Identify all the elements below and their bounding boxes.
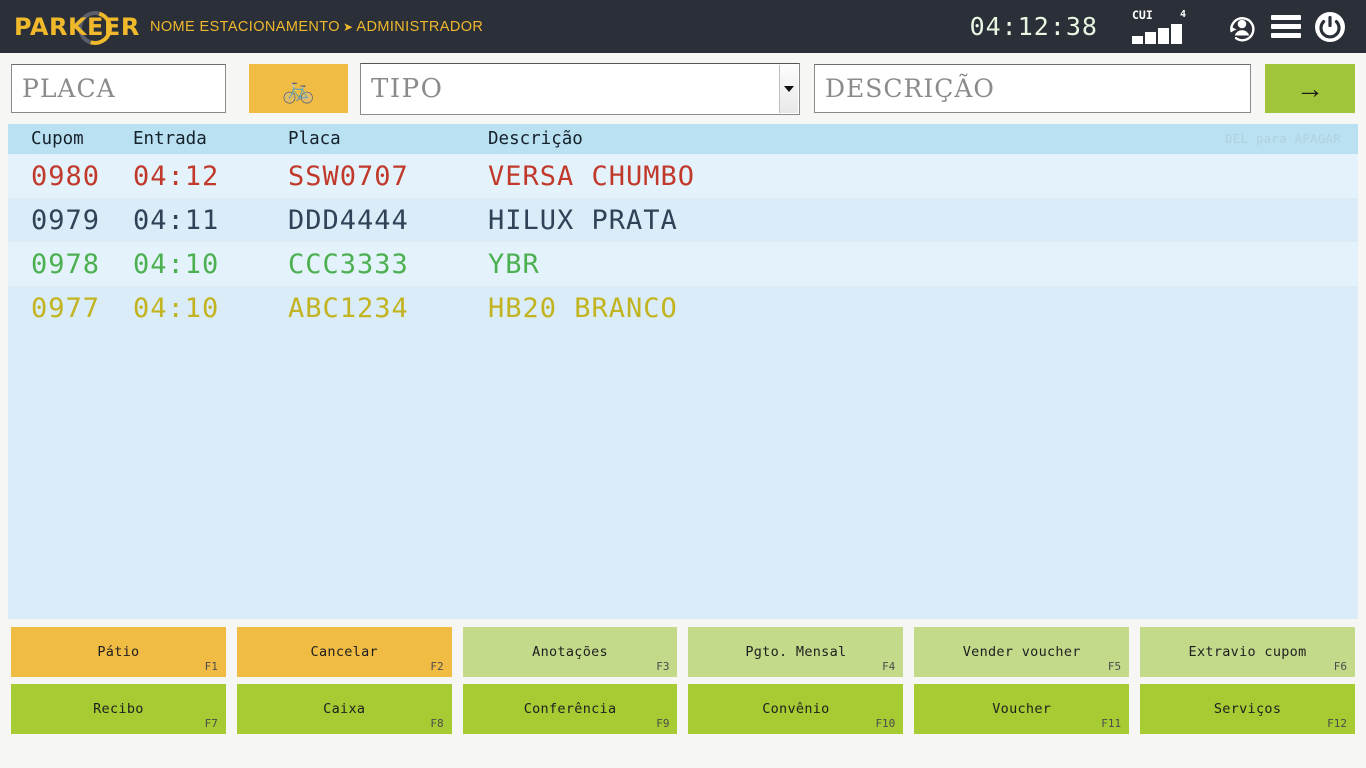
breadcrumb-establishment: NOME ESTACIONAMENTO [150, 19, 340, 35]
function-button-f4[interactable]: Pgto. Mensal F4 [688, 627, 903, 677]
cui-signal-bars-icon [1132, 24, 1192, 44]
column-header-entrada: Entrada [133, 129, 288, 149]
chevron-down-icon [779, 65, 798, 113]
filter-toolbar: PLACA 🚲 TIPO DESCRIÇÃO → [0, 53, 1366, 124]
function-key-label: F9 [656, 717, 669, 730]
function-key-label: F6 [1334, 660, 1347, 673]
function-key-label: F12 [1327, 717, 1347, 730]
function-button-label: Pgto. Mensal [745, 644, 846, 660]
function-button-label: Cancelar [311, 644, 378, 660]
function-key-label: F3 [656, 660, 669, 673]
function-button-label: Vender voucher [963, 644, 1081, 660]
function-button-f2[interactable]: Cancelar F2 [237, 627, 452, 677]
cell-cupom: 0979 [8, 205, 133, 236]
function-key-label: F10 [875, 717, 895, 730]
cell-entrada: 04:10 [133, 293, 288, 324]
function-button-f12[interactable]: Serviços F12 [1140, 684, 1355, 734]
header-actions: 04:12:38 CUI 4 [970, 5, 1352, 49]
arrow-right-icon: → [1296, 75, 1324, 103]
cell-placa: CCC3333 [288, 249, 488, 280]
table-row[interactable]: 097804:10CCC3333YBR [8, 242, 1358, 286]
delete-hint-label: DEL para APAGAR [1225, 132, 1341, 146]
vehicle-list-panel: Cupom Entrada Placa Descrição DEL para A… [8, 124, 1358, 619]
cell-descricao: HB20 BRANCO [488, 293, 1358, 324]
placa-input[interactable]: PLACA [11, 64, 226, 113]
top-header-bar: PARKEER NOME ESTACIONAMENTO➤ADMINISTRADO… [0, 0, 1366, 53]
cui-indicator[interactable]: CUI 4 [1132, 10, 1192, 44]
function-button-f3[interactable]: Anotações F3 [463, 627, 678, 677]
cell-cupom: 0978 [8, 249, 133, 280]
cell-cupom: 0977 [8, 293, 133, 324]
tipo-select-value: TIPO [361, 74, 443, 104]
cui-top-row: CUI 4 [1132, 10, 1192, 22]
cell-descricao: YBR [488, 249, 1358, 280]
app-logo: PARKEER [12, 7, 134, 47]
function-key-toolbar: Pátio F1 Cancelar F2 Anotações F3 Pgto. Mensal… [0, 619, 1366, 768]
function-key-row-2: Recibo F7 Caixa F8 Conferência F9 Convênio F10 V… [11, 684, 1355, 734]
cell-placa: ABC1234 [288, 293, 488, 324]
cell-cupom: 0980 [8, 161, 133, 192]
cell-descricao: VERSA CHUMBO [488, 161, 1358, 192]
function-button-f1[interactable]: Pátio F1 [11, 627, 226, 677]
submit-search-button[interactable]: → [1265, 64, 1355, 113]
table-body: 098004:12SSW0707VERSA CHUMBO097904:11DDD… [8, 154, 1358, 330]
breadcrumb-separator-icon: ➤ [340, 20, 356, 34]
column-header-placa: Placa [288, 129, 488, 149]
switch-user-button[interactable] [1220, 5, 1264, 49]
clock-display: 04:12:38 [970, 12, 1098, 41]
column-header-cupom: Cupom [8, 129, 133, 149]
table-row[interactable]: 097704:10ABC1234HB20 BRANCO [8, 286, 1358, 330]
bicycle-type-button[interactable]: 🚲 [249, 64, 348, 113]
cui-label: CUI [1132, 10, 1153, 22]
cell-placa: SSW0707 [288, 161, 488, 192]
bicycle-icon: 🚲 [282, 76, 314, 102]
cell-descricao: HILUX PRATA [488, 205, 1358, 236]
function-button-label: Recibo [93, 701, 144, 717]
switch-user-icon [1225, 10, 1259, 44]
function-button-f9[interactable]: Conferência F9 [463, 684, 678, 734]
function-key-label: F7 [205, 717, 218, 730]
function-button-label: Serviços [1214, 701, 1281, 717]
function-button-f5[interactable]: Vender voucher F5 [914, 627, 1129, 677]
function-key-label: F11 [1101, 717, 1121, 730]
function-button-label: Voucher [992, 701, 1051, 717]
function-key-label: F8 [430, 717, 443, 730]
power-icon [1313, 10, 1347, 44]
cell-entrada: 04:10 [133, 249, 288, 280]
function-key-label: F4 [882, 660, 895, 673]
function-key-label: F1 [205, 660, 218, 673]
cell-entrada: 04:12 [133, 161, 288, 192]
function-button-f7[interactable]: Recibo F7 [11, 684, 226, 734]
function-key-row-1: Pátio F1 Cancelar F2 Anotações F3 Pgto. Mensal… [11, 627, 1355, 677]
table-row[interactable]: 097904:11DDD4444HILUX PRATA [8, 198, 1358, 242]
function-button-f10[interactable]: Convênio F10 [688, 684, 903, 734]
cell-entrada: 04:11 [133, 205, 288, 236]
breadcrumb: NOME ESTACIONAMENTO➤ADMINISTRADOR [150, 19, 483, 35]
descricao-input[interactable]: DESCRIÇÃO [814, 64, 1251, 113]
logo-text: PARKEER [12, 15, 140, 39]
function-button-label: Convênio [762, 701, 829, 717]
function-key-label: F2 [430, 660, 443, 673]
function-button-label: Conferência [524, 701, 617, 717]
hamburger-menu-icon [1271, 11, 1301, 42]
function-button-label: Anotações [532, 644, 608, 660]
breadcrumb-role: ADMINISTRADOR [356, 19, 483, 35]
power-button[interactable] [1308, 5, 1352, 49]
function-key-label: F5 [1108, 660, 1121, 673]
function-button-f6[interactable]: Extravio cupom F6 [1140, 627, 1355, 677]
menu-button[interactable] [1264, 5, 1308, 49]
function-button-label: Caixa [323, 701, 365, 717]
cui-count: 4 [1180, 10, 1192, 20]
table-header-row: Cupom Entrada Placa Descrição DEL para A… [8, 124, 1358, 154]
tipo-select[interactable]: TIPO [360, 63, 800, 115]
function-button-label: Pátio [97, 644, 139, 660]
cell-placa: DDD4444 [288, 205, 488, 236]
function-button-f8[interactable]: Caixa F8 [237, 684, 452, 734]
function-button-f11[interactable]: Voucher F11 [914, 684, 1129, 734]
function-button-label: Extravio cupom [1189, 644, 1307, 660]
table-row[interactable]: 098004:12SSW0707VERSA CHUMBO [8, 154, 1358, 198]
